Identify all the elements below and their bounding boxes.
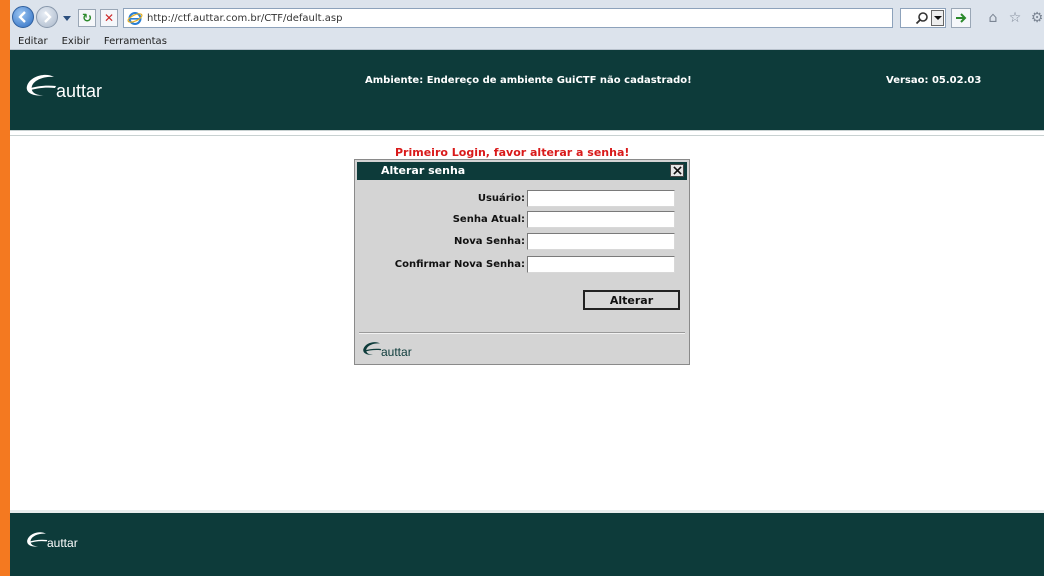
confirmar-label: Confirmar Nova Senha: xyxy=(394,259,525,270)
address-search-controls[interactable] xyxy=(900,8,946,28)
navigation-bar: ↻ ✕ http://ctf.auttar.com.br/CTF/default… xyxy=(10,6,1044,30)
site-footer: auttar xyxy=(10,510,1044,576)
senha-atual-label: Senha Atual: xyxy=(452,214,525,225)
change-password-dialog: Alterar senha Usuário: Senha Atual: Nova… xyxy=(354,159,690,365)
dialog-auttar-logo: auttar xyxy=(361,338,412,360)
chevron-down-icon xyxy=(933,16,942,20)
menu-bar: Editar Exibir Ferramentas xyxy=(10,33,1044,49)
footer-logo-text: auttar xyxy=(47,535,78,550)
forward-arrow-icon xyxy=(44,11,52,23)
stop-button[interactable]: ✕ xyxy=(100,9,118,27)
site-header: auttar Ambiente: Endereço de ambiente Gu… xyxy=(10,50,1044,130)
nova-senha-input[interactable] xyxy=(527,233,675,250)
confirmar-row: Confirmar Nova Senha: xyxy=(355,256,691,274)
senha-atual-input[interactable] xyxy=(527,211,675,228)
auttar-swoosh-icon xyxy=(26,74,56,96)
dialog-title-bar: Alterar senha xyxy=(357,162,687,180)
back-arrow-icon xyxy=(18,11,26,23)
usuario-row: Usuário: xyxy=(355,190,691,208)
senha-atual-row: Senha Atual: xyxy=(355,211,691,229)
confirmar-input[interactable] xyxy=(527,256,675,273)
menu-item-exibir[interactable]: Exibir xyxy=(62,36,90,47)
ie-page-icon xyxy=(127,12,143,25)
nova-senha-row: Nova Senha: xyxy=(355,233,691,251)
first-login-warning: Primeiro Login, favor alterar a senha! xyxy=(395,146,630,159)
alterar-button[interactable]: Alterar xyxy=(583,290,680,310)
home-icon[interactable]: ⌂ xyxy=(985,10,1001,26)
history-dropdown-icon[interactable] xyxy=(62,13,72,23)
logo-text: auttar xyxy=(56,80,103,101)
ambiente-status: Ambiente: Endereço de ambiente GuiCTF nã… xyxy=(365,75,692,86)
address-text: http://ctf.auttar.com.br/CTF/default.asp xyxy=(147,12,343,24)
menu-item-editar[interactable]: Editar xyxy=(18,36,48,47)
refresh-icon: ↻ xyxy=(81,11,93,25)
address-dropdown-button[interactable] xyxy=(931,10,944,26)
dialog-divider xyxy=(359,332,685,334)
back-button[interactable] xyxy=(12,6,34,28)
dialog-title: Alterar senha xyxy=(381,164,466,177)
menu-item-ferramentas[interactable]: Ferramentas xyxy=(104,36,167,47)
page-content: auttar Ambiente: Endereço de ambiente Gu… xyxy=(10,50,1044,576)
dialog-close-button[interactable] xyxy=(670,164,684,177)
dialog-logo-text: auttar xyxy=(381,344,412,359)
forward-button[interactable] xyxy=(36,6,58,28)
auttar-logo: auttar xyxy=(24,68,102,104)
version-label: Versao: 05.02.03 xyxy=(886,75,982,86)
browser-chrome: ↻ ✕ http://ctf.auttar.com.br/CTF/default… xyxy=(10,0,1044,50)
favorites-star-icon[interactable]: ☆ xyxy=(1007,10,1023,26)
usuario-input[interactable] xyxy=(527,190,675,207)
search-icon[interactable] xyxy=(915,11,929,25)
refresh-button[interactable]: ↻ xyxy=(78,9,96,27)
nova-senha-label: Nova Senha: xyxy=(454,236,525,247)
address-bar[interactable]: http://ctf.auttar.com.br/CTF/default.asp xyxy=(123,8,893,28)
gear-icon[interactable]: ⚙ xyxy=(1029,10,1044,26)
footer-auttar-logo: auttar xyxy=(24,528,78,552)
go-arrow-icon xyxy=(956,13,967,23)
auttar-swoosh-icon xyxy=(363,342,382,355)
usuario-label: Usuário: xyxy=(477,193,525,204)
stop-icon: ✕ xyxy=(103,11,115,25)
header-divider xyxy=(10,130,1044,136)
close-icon xyxy=(672,166,682,175)
go-button[interactable] xyxy=(951,8,971,28)
